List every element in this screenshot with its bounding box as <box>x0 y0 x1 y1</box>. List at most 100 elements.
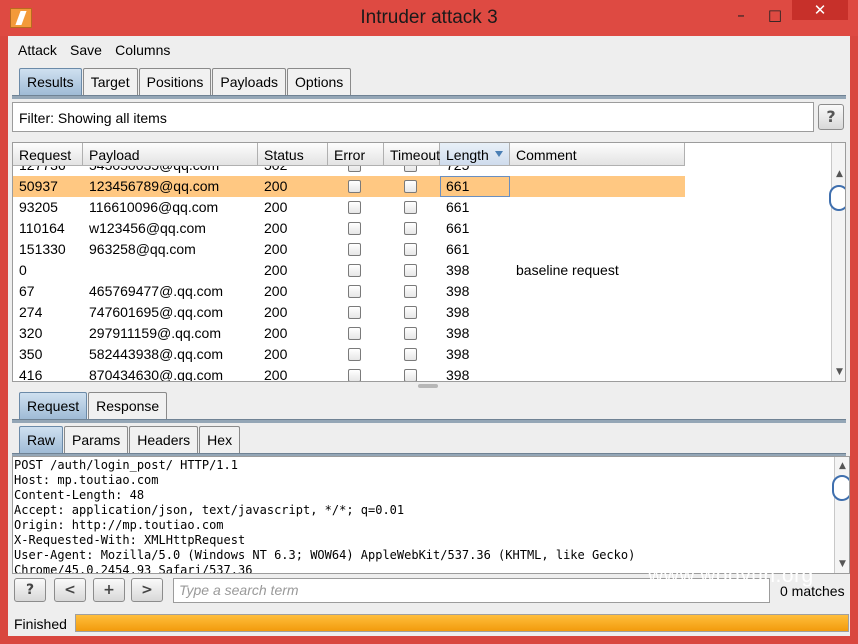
cell-comment <box>510 365 685 381</box>
tab-target[interactable]: Target <box>82 68 138 95</box>
search-next-button[interactable]: > <box>131 578 163 602</box>
column-header-label: Request <box>19 147 72 163</box>
table-row[interactable]: 110164 w123456@qq.com 200 661 <box>13 218 685 239</box>
error-checkbox[interactable] <box>348 369 361 381</box>
cell-request: 320 <box>19 325 43 341</box>
search-help-button[interactable]: ? <box>14 578 46 602</box>
column-header-label: Payload <box>89 147 140 163</box>
scroll-thumb[interactable] <box>832 475 849 501</box>
table-row[interactable]: 416 870434630@.qq.com 200 398 <box>13 365 685 381</box>
tab-payloads[interactable]: Payloads <box>212 68 287 95</box>
timeout-checkbox[interactable] <box>404 166 417 172</box>
timeout-checkbox[interactable] <box>404 369 417 381</box>
cell-comment <box>510 176 685 197</box>
table-row[interactable]: 274 747601695@.qq.com 200 398 <box>13 302 685 323</box>
close-button[interactable]: ✕ <box>792 0 848 20</box>
scroll-down-icon[interactable]: ▼ <box>832 365 845 379</box>
timeout-checkbox[interactable] <box>404 264 417 277</box>
cell-comment <box>510 302 685 323</box>
error-checkbox[interactable] <box>348 243 361 256</box>
error-checkbox[interactable] <box>348 348 361 361</box>
error-checkbox[interactable] <box>348 201 361 214</box>
table-row[interactable]: 151330 963258@qq.com 200 661 <box>13 239 685 260</box>
cell-status: 200 <box>264 199 288 215</box>
tab-headers[interactable]: Headers <box>129 426 199 453</box>
search-add-button[interactable]: + <box>93 578 125 602</box>
filter-bar[interactable]: Filter: Showing all items <box>12 102 814 132</box>
column-header-request[interactable]: Request <box>13 143 83 166</box>
timeout-checkbox[interactable] <box>404 201 417 214</box>
column-header-error[interactable]: Error <box>328 143 384 166</box>
cell-comment <box>510 166 685 176</box>
timeout-checkbox[interactable] <box>404 243 417 256</box>
cell-timeout <box>384 302 440 323</box>
menu-save[interactable]: Save <box>70 42 102 58</box>
column-header-length[interactable]: Length <box>440 143 510 166</box>
cell-timeout <box>384 218 440 239</box>
tab-request[interactable]: Request <box>19 392 88 419</box>
tab-hex[interactable]: Hex <box>199 426 241 453</box>
timeout-checkbox[interactable] <box>404 348 417 361</box>
error-checkbox[interactable] <box>348 327 361 340</box>
request-line: Accept: application/json, text/javascrip… <box>14 503 405 517</box>
error-checkbox[interactable] <box>348 306 361 319</box>
tab-options[interactable]: Options <box>287 68 352 95</box>
request-line: Host: mp.toutiao.com <box>14 473 159 487</box>
cell-error <box>328 166 384 176</box>
timeout-checkbox[interactable] <box>404 180 417 193</box>
timeout-checkbox[interactable] <box>404 222 417 235</box>
cell-length: 398 <box>446 346 470 362</box>
scroll-up-icon[interactable]: ▲ <box>835 459 849 473</box>
cell-payload: 963258@qq.com <box>89 241 196 257</box>
scroll-thumb[interactable] <box>829 185 845 211</box>
filter-help-button[interactable]: ? <box>818 104 844 130</box>
request-editor[interactable]: POST /auth/login_post/ HTTP/1.1 Host: mp.… <box>12 456 850 574</box>
table-row[interactable]: 67 465769477@.qq.com 200 398 <box>13 281 685 302</box>
column-header-label: Status <box>264 147 304 163</box>
table-row[interactable]: 350 582443938@.qq.com 200 398 <box>13 344 685 365</box>
column-header-comment[interactable]: Comment <box>510 143 685 166</box>
tab-results[interactable]: Results <box>19 68 82 95</box>
cell-payload: 545050035@qq.com <box>83 166 258 176</box>
minimize-button[interactable]: – <box>728 4 754 26</box>
request-response-tabs: Request Response <box>19 392 168 420</box>
timeout-checkbox[interactable] <box>404 306 417 319</box>
scroll-up-icon[interactable]: ▲ <box>832 167 845 181</box>
tab-params[interactable]: Params <box>64 426 129 453</box>
table-row[interactable]: 127736545050035@qq.com502 725 <box>13 166 685 176</box>
table-row[interactable]: 0 200 398 baseline request <box>13 260 685 281</box>
timeout-checkbox[interactable] <box>404 285 417 298</box>
column-header-payload[interactable]: Payload <box>83 143 258 166</box>
column-header-status[interactable]: Status <box>258 143 328 166</box>
column-header-label: Error <box>334 147 366 163</box>
tab-raw[interactable]: Raw <box>19 426 64 453</box>
request-raw-text[interactable]: POST /auth/login_post/ HTTP/1.1 Host: mp.… <box>13 457 635 573</box>
table-row[interactable]: 50937 123456789@qq.com 200 661 <box>13 176 685 197</box>
maximize-button[interactable]: □ <box>762 4 788 26</box>
scroll-down-icon[interactable]: ▼ <box>835 557 849 571</box>
tab-positions[interactable]: Positions <box>138 68 212 95</box>
title-bar[interactable]: Intruder attack 3 – □ ✕ <box>0 0 858 36</box>
table-scrollbar[interactable]: ▲ ▼ <box>829 143 845 381</box>
editor-scrollbar[interactable]: ▲ ▼ <box>832 457 849 573</box>
cell-status: 200 <box>264 220 288 236</box>
column-header-label: Comment <box>516 147 577 163</box>
timeout-checkbox[interactable] <box>404 327 417 340</box>
error-checkbox[interactable] <box>348 166 361 172</box>
table-row[interactable]: 320 297911159@.qq.com 200 398 <box>13 323 685 344</box>
cell-timeout <box>384 197 440 218</box>
tab-response[interactable]: Response <box>88 392 168 419</box>
menu-columns[interactable]: Columns <box>115 42 170 58</box>
column-header-timeout[interactable]: Timeout <box>384 143 440 166</box>
error-checkbox[interactable] <box>348 285 361 298</box>
cell-request: 67 <box>19 283 35 299</box>
error-checkbox[interactable] <box>348 222 361 235</box>
pane-splitter[interactable] <box>418 384 438 388</box>
search-prev-button[interactable]: < <box>54 578 86 602</box>
error-checkbox[interactable] <box>348 180 361 193</box>
table-row[interactable]: 93205 116610096@qq.com 200 661 <box>13 197 685 218</box>
cell-length: 398 <box>446 304 470 320</box>
progress-bar <box>75 614 849 632</box>
error-checkbox[interactable] <box>348 264 361 277</box>
menu-attack[interactable]: Attack <box>18 42 57 58</box>
